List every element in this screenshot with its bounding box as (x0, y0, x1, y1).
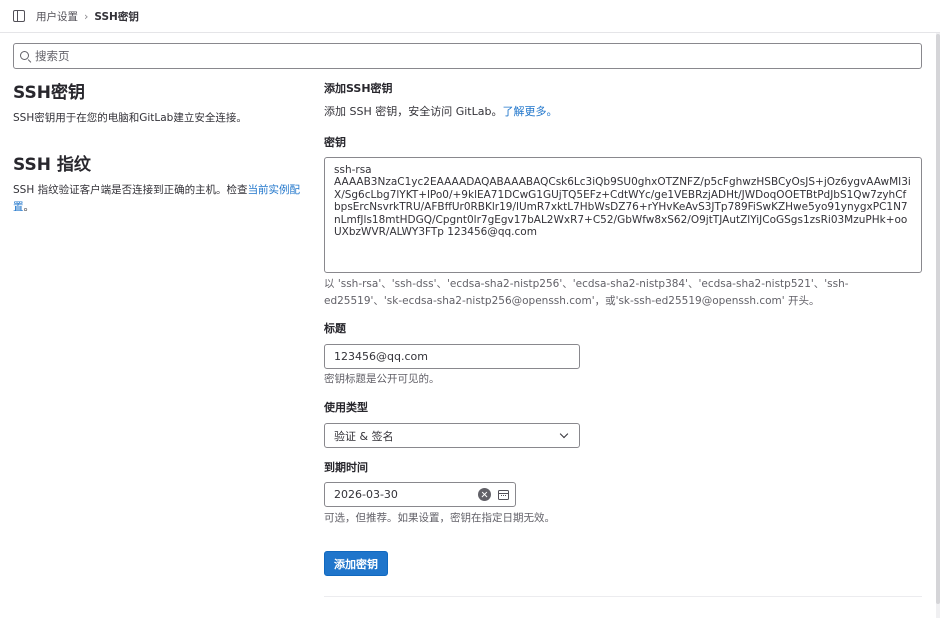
scrollbar-thumb[interactable] (936, 34, 940, 604)
ssh-keys-description: SSH密钥用于在您的电脑和GitLab建立安全连接。 (13, 112, 247, 124)
ssh-fingerprint-title: SSH 指纹 (13, 155, 91, 175)
expiry-help-text: 可选，但推荐。如果设置，密钥在指定日期无效。 (324, 512, 555, 524)
usage-type-select[interactable]: 验证 & 签名 (324, 423, 580, 448)
divider (324, 596, 922, 597)
form-subtitle-text: 添加 SSH 密钥，安全访问 GitLab。 (324, 105, 503, 118)
expiry-date-input[interactable]: 2026-03-30 (324, 482, 516, 507)
usage-type-value: 验证 & 签名 (334, 429, 394, 443)
add-ssh-key-form: 添加SSH密钥 添加 SSH 密钥，安全访问 GitLab。了解更多。 密钥 s… (324, 82, 922, 597)
calendar-icon[interactable] (498, 489, 509, 500)
form-subtitle: 添加 SSH 密钥，安全访问 GitLab。了解更多。 (324, 105, 922, 119)
chevron-right-icon: › (84, 9, 89, 23)
search-icon (20, 50, 31, 62)
key-help-text: 以 'ssh-rsa'、'ssh-dss'、'ecdsa-sha2-nistp2… (324, 278, 849, 307)
left-panel: SSH密钥 SSH密钥用于在您的电脑和GitLab建立安全连接。 SSH 指纹 … (13, 82, 305, 216)
usage-type-label: 使用类型 (324, 401, 368, 414)
learn-more-link[interactable]: 了解更多。 (502, 105, 557, 118)
breadcrumb: 用户设置 › SSH密钥 (36, 9, 139, 24)
key-textarea[interactable]: ssh-rsa AAAAB3NzaC1yc2EAAAADAQABAAABAQCs… (324, 157, 922, 273)
top-bar: 用户设置 › SSH密钥 (0, 0, 940, 33)
form-heading: 添加SSH密钥 (324, 82, 393, 95)
expiry-date-value: 2026-03-30 (334, 488, 398, 501)
key-label: 密钥 (324, 136, 346, 149)
title-help-text: 密钥标题是公开可见的。 (324, 373, 440, 385)
ssh-keys-title: SSH密钥 (13, 83, 85, 103)
fingerprint-desc-end: 。 (23, 201, 35, 213)
sidebar-toggle-icon[interactable] (13, 10, 25, 22)
expiry-label: 到期时间 (324, 461, 368, 474)
title-input[interactable] (324, 344, 580, 369)
breadcrumb-ssh-keys[interactable]: SSH密钥 (94, 9, 138, 24)
add-key-button[interactable]: 添加密钥 (324, 551, 388, 576)
chevron-down-icon (559, 429, 569, 439)
search-input[interactable] (35, 49, 895, 63)
clear-icon[interactable] (478, 488, 491, 501)
fingerprint-desc-text: SSH 指纹验证客户端是否连接到正确的主机。检查 (13, 184, 248, 196)
title-label: 标题 (324, 322, 346, 335)
search-box[interactable] (13, 43, 922, 69)
ssh-fingerprint-description: SSH 指纹验证客户端是否连接到正确的主机。检查当前实例配置。 (13, 182, 305, 216)
breadcrumb-user-settings[interactable]: 用户设置 (36, 9, 78, 24)
